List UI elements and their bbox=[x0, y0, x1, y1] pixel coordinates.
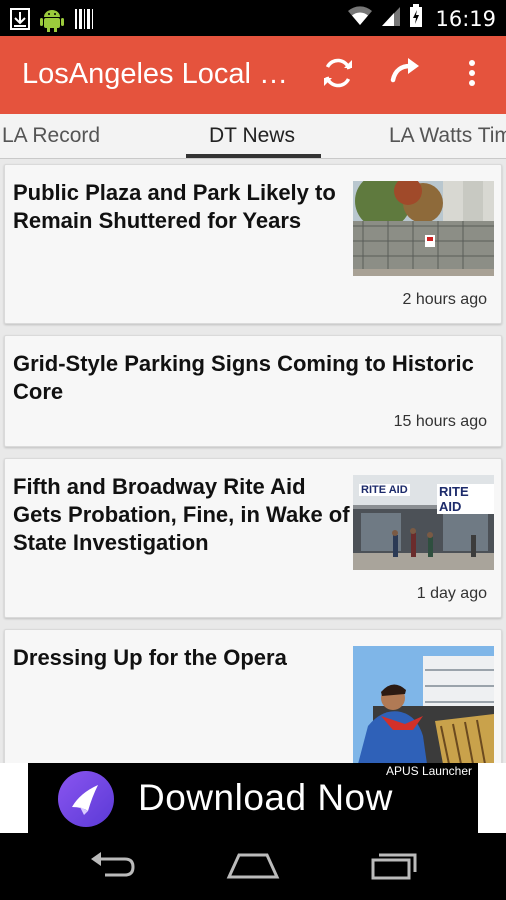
recents-button[interactable] bbox=[359, 847, 429, 887]
barcode-icon bbox=[74, 8, 94, 35]
ad-banner[interactable]: APUS Launcher Download Now bbox=[28, 763, 478, 833]
app-title: LosAngeles Local News bbox=[22, 58, 300, 90]
article-timestamp: 1 day ago bbox=[416, 585, 487, 602]
article-card[interactable]: Public Plaza and Park Likely to Remain S… bbox=[4, 164, 502, 324]
overflow-menu-button[interactable] bbox=[451, 54, 493, 96]
overflow-menu-icon bbox=[468, 59, 476, 92]
article-title: Dressing Up for the Opera bbox=[13, 645, 287, 670]
article-timestamp: 15 hours ago bbox=[393, 413, 487, 430]
article-card[interactable]: Fifth and Broadway Rite Aid Gets Probati… bbox=[4, 458, 502, 618]
apus-logo-icon bbox=[58, 771, 114, 832]
notification-icons bbox=[10, 6, 94, 37]
active-tab-indicator bbox=[186, 154, 321, 158]
article-thumbnail bbox=[353, 181, 494, 276]
refresh-icon bbox=[320, 55, 356, 96]
back-button[interactable] bbox=[77, 847, 147, 887]
wifi-icon bbox=[347, 5, 373, 32]
article-timestamp: 2 hours ago bbox=[402, 291, 487, 308]
ad-area: APUS Launcher Download Now bbox=[0, 763, 506, 833]
article-thumbnail bbox=[353, 475, 494, 570]
clock: 16:19 bbox=[435, 6, 496, 31]
battery-charging-icon bbox=[409, 4, 423, 33]
article-thumbnail bbox=[353, 646, 494, 763]
news-list[interactable]: Public Plaza and Park Likely to Remain S… bbox=[0, 160, 506, 763]
download-now-label: Download Now bbox=[138, 777, 393, 818]
recents-icon bbox=[369, 850, 419, 885]
share-icon bbox=[387, 55, 423, 96]
ad-brand-label: APUS Launcher bbox=[385, 764, 472, 778]
article-title: Public Plaza and Park Likely to Remain S… bbox=[13, 180, 336, 233]
status-bar: 16:19 bbox=[0, 0, 506, 36]
article-title: Grid-Style Parking Signs Coming to Histo… bbox=[13, 351, 474, 404]
article-card[interactable]: Grid-Style Parking Signs Coming to Histo… bbox=[4, 335, 502, 447]
tab-la-watts-times[interactable]: LA Watts Times bbox=[389, 124, 506, 148]
download-icon bbox=[10, 8, 30, 35]
app-bar: LosAngeles Local News bbox=[0, 36, 506, 114]
tab-bar: LA Record DT News LA Watts Times bbox=[0, 114, 506, 159]
refresh-button[interactable] bbox=[317, 54, 359, 96]
system-icons: 16:19 bbox=[347, 4, 496, 33]
article-title: Fifth and Broadway Rite Aid Gets Probati… bbox=[13, 474, 350, 555]
home-button[interactable] bbox=[218, 847, 288, 887]
signal-icon bbox=[381, 5, 401, 32]
tab-la-record[interactable]: LA Record bbox=[2, 124, 100, 148]
tab-dt-news[interactable]: DT News bbox=[209, 124, 295, 148]
navigation-bar bbox=[0, 833, 506, 900]
home-icon bbox=[225, 851, 281, 884]
article-card[interactable]: Dressing Up for the Opera bbox=[4, 629, 502, 763]
share-button[interactable] bbox=[384, 54, 426, 96]
android-icon bbox=[40, 6, 64, 37]
back-icon bbox=[87, 851, 137, 884]
